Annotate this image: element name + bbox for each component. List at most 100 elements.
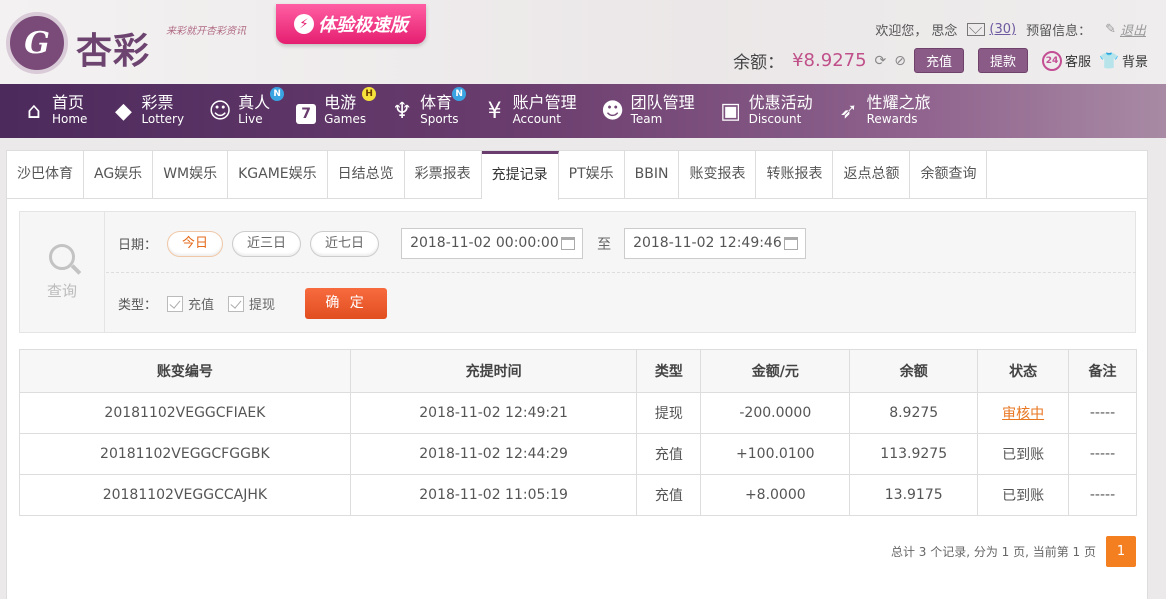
- tab-daily-overview[interactable]: 日结总览: [328, 151, 405, 198]
- filter-divider: [106, 272, 1136, 273]
- nav-rewards[interactable]: ➶ 性耀之旅 Rewards: [837, 95, 930, 127]
- nav-games-en: Games: [324, 112, 367, 126]
- tab-bbin[interactable]: BBIN: [625, 151, 680, 198]
- new-badge: N: [452, 87, 467, 101]
- calendar-icon[interactable]: [561, 237, 576, 250]
- col-type: 类型: [636, 349, 702, 393]
- nav-discount[interactable]: ▣ 优惠活动 Discount: [719, 95, 812, 127]
- deposit-button[interactable]: 充值: [914, 48, 965, 73]
- records-table: 账变编号 充提时间 类型 金额/元 余额 状态 备注 20181102VEGGC…: [19, 349, 1137, 516]
- col-time: 充提时间: [349, 349, 638, 393]
- nav-sports[interactable]: ♆ 体育 Sports N: [390, 87, 467, 127]
- user-info: 欢迎您， 思念 (30) 预留信息： ✎ 退出: [875, 20, 1146, 39]
- hot-badge: H: [362, 87, 377, 101]
- customer-service-link[interactable]: 24 客服: [1042, 50, 1091, 71]
- record-time: 2018-11-02 12:44:29: [349, 433, 638, 475]
- tab-shaba-sports[interactable]: 沙巴体育: [7, 151, 84, 198]
- tab-ag[interactable]: AG娱乐: [84, 151, 154, 198]
- search-area: 查询: [20, 212, 105, 332]
- last-three-days-button[interactable]: 近三日: [232, 230, 302, 257]
- logo-mark: G: [6, 12, 68, 74]
- start-date-input[interactable]: 2018-11-02 00:00:00: [401, 228, 584, 259]
- end-date-input[interactable]: 2018-11-02 12:49:46: [624, 228, 807, 259]
- checkbox-icon: [167, 295, 184, 312]
- nav-sports-en: Sports: [420, 112, 459, 126]
- tab-rebate-total[interactable]: 返点总额: [833, 151, 911, 198]
- logout-link[interactable]: 退出: [1120, 20, 1146, 39]
- withdraw-button[interactable]: 提款: [978, 48, 1029, 73]
- new-badge: N: [270, 87, 285, 101]
- confirm-button[interactable]: 确 定: [305, 288, 388, 319]
- mail-icon[interactable]: [967, 23, 986, 36]
- hide-eye-icon[interactable]: ⊘: [894, 53, 906, 69]
- nav-team-cn: 团队管理: [630, 93, 695, 112]
- tab-kgame[interactable]: KGAME娱乐: [228, 151, 328, 198]
- last-seven-days-button[interactable]: 近七日: [310, 230, 380, 257]
- col-record-id: 账变编号: [19, 349, 351, 393]
- background-link[interactable]: 👕 背景: [1099, 51, 1148, 70]
- record-status: 审核中: [977, 392, 1070, 434]
- speed-version-button[interactable]: ⚡ 体验极速版: [276, 4, 426, 44]
- customer-service-icon: 24: [1042, 50, 1063, 71]
- balance-value: ¥8.9275: [792, 50, 867, 71]
- record-note: -----: [1068, 433, 1137, 475]
- nav-account[interactable]: ¥ 账户管理 Account: [483, 95, 577, 127]
- nav-lottery-cn: 彩票: [141, 93, 174, 112]
- background-label: 背景: [1121, 55, 1148, 70]
- col-balance: 余额: [849, 349, 979, 393]
- nav-lottery-en: Lottery: [141, 112, 185, 126]
- search-label: 查询: [46, 281, 77, 300]
- nav-live-en: Live: [238, 112, 263, 126]
- type-row: 类型： 充值 提现 确 定: [118, 288, 388, 319]
- record-type: 提现: [636, 392, 702, 434]
- logo[interactable]: G 杏彩 来彩就开杏彩资讯: [6, 12, 256, 78]
- page-button-current[interactable]: 1: [1106, 536, 1136, 567]
- nav-home[interactable]: ⌂ 首页 Home: [22, 95, 87, 127]
- table-header-row: 账变编号 充提时间 类型 金额/元 余额 状态 备注: [19, 349, 1137, 393]
- withdraw-checkbox[interactable]: 提现: [228, 294, 275, 313]
- trophy-icon: ♆: [392, 98, 412, 124]
- record-id: 20181102VEGGCFGGBK: [19, 433, 351, 475]
- edit-icon[interactable]: ✎: [1105, 22, 1116, 37]
- ticket-icon: ◆: [114, 98, 132, 124]
- mail-count-link[interactable]: (30): [989, 22, 1016, 37]
- to-label: 至: [597, 236, 612, 253]
- refresh-icon[interactable]: ⟳: [875, 53, 887, 69]
- status-pending-link[interactable]: 审核中: [1002, 406, 1044, 422]
- home-icon: ⌂: [27, 98, 41, 124]
- nav-lottery[interactable]: ◆ 彩票 Lottery: [111, 95, 184, 127]
- nav-games[interactable]: 7 电游 Games H: [294, 87, 377, 127]
- search-icon: [49, 243, 75, 270]
- deposit-checkbox[interactable]: 充值: [167, 294, 214, 313]
- record-balance: 8.9275: [849, 392, 979, 434]
- tab-wm[interactable]: WM娱乐: [153, 151, 229, 198]
- record-amount: +8.0000: [700, 474, 851, 516]
- nav-live-cn: 真人: [238, 93, 271, 112]
- calendar-icon[interactable]: [784, 237, 799, 250]
- header: G 杏彩 来彩就开杏彩资讯 ⚡ 体验极速版 欢迎您， 思念 (30) 预留信息：…: [0, 0, 1166, 84]
- balance-row: 余额： ¥8.9275 ⟳ ⊘ 充值 提款 24 客服 👕 背景: [733, 48, 1148, 73]
- record-amount: -200.0000: [700, 392, 851, 434]
- tab-pt[interactable]: PT娱乐: [559, 151, 625, 198]
- record-note: -----: [1068, 392, 1137, 434]
- pagination: 总计 3 个记录, 分为 1 页, 当前第 1 页 1: [891, 536, 1136, 567]
- table-row: 20181102VEGGCFIAEK 2018-11-02 12:49:21 提…: [19, 392, 1137, 434]
- nav-account-en: Account: [512, 112, 562, 126]
- nav-live[interactable]: ☺ 真人 Live N: [208, 87, 285, 127]
- table-row: 20181102VEGGCCAJHK 2018-11-02 11:05:19 充…: [19, 474, 1137, 516]
- record-time: 2018-11-02 12:49:21: [349, 392, 638, 434]
- nav-home-cn: 首页: [52, 93, 85, 112]
- tab-account-change[interactable]: 账变报表: [679, 151, 757, 198]
- nav-team[interactable]: ☻ 团队管理 Team: [601, 93, 695, 127]
- tab-transfer-report[interactable]: 转账报表: [756, 151, 834, 198]
- tab-deposit-withdraw[interactable]: 充提记录: [481, 151, 559, 200]
- record-id: 20181102VEGGCFIAEK: [19, 392, 351, 434]
- tab-balance-query[interactable]: 余额查询: [910, 151, 988, 198]
- team-icon: ☻: [601, 98, 625, 124]
- record-type: 充值: [636, 474, 702, 516]
- tab-lottery-report[interactable]: 彩票报表: [405, 151, 482, 198]
- today-button[interactable]: 今日: [167, 230, 224, 257]
- end-date-value: 2018-11-02 12:49:46: [633, 235, 782, 251]
- nav-home-en: Home: [52, 112, 88, 126]
- bolt-icon: ⚡: [294, 14, 314, 34]
